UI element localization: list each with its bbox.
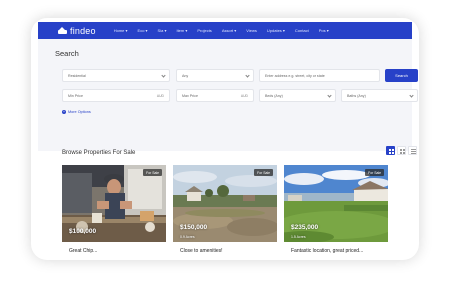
property-photo: For Sale $150,000 0.9 Acres <box>173 165 277 242</box>
main-menu: Home ▾ Eco ▾ Sia ▾ Item ▾ Projects Assor… <box>114 28 329 33</box>
beds-select[interactable]: Beds (Any) <box>259 89 336 102</box>
menu-item-contact[interactable]: Contact <box>295 28 309 33</box>
top-navbar: findeo Home ▾ Eco ▾ Sia ▾ Item ▾ Project… <box>38 22 412 39</box>
menu-item-eco[interactable]: Eco ▾ <box>138 28 148 33</box>
logo-text: findeo <box>70 25 96 36</box>
property-type-select[interactable]: Residential <box>62 69 170 82</box>
more-options-link[interactable]: + More Options <box>62 110 91 114</box>
status-select[interactable]: Any <box>176 69 254 82</box>
max-price-input[interactable]: Max Price AUD <box>176 89 254 102</box>
for-sale-badge: For Sale <box>254 169 273 176</box>
status-value: Any <box>182 73 189 78</box>
search-title: Search <box>55 49 79 58</box>
menu-item-assort[interactable]: Assort ▾ <box>222 28 236 33</box>
grid-small-view-button[interactable] <box>397 146 406 155</box>
for-sale-badge: For Sale <box>365 169 384 176</box>
card-title: Great Chip... <box>69 248 98 254</box>
menu-item-sia[interactable]: Sia ▾ <box>158 28 167 33</box>
card-price: $100,000 <box>69 228 97 235</box>
min-price-unit: AUD <box>156 93 164 98</box>
more-options-label: More Options <box>68 110 91 114</box>
site-logo[interactable]: findeo <box>58 26 96 36</box>
property-card[interactable]: For Sale $235,000 1.5 Acres Fantastic lo… <box>284 165 388 260</box>
menu-item-home[interactable]: Home ▾ <box>114 28 128 33</box>
property-card[interactable]: For Sale $150,000 0.9 Acres Close to ame… <box>173 165 277 260</box>
card-price: $150,000 <box>180 224 208 231</box>
card-title: Close to amenities! <box>180 248 223 254</box>
menu-item-pos[interactable]: Pos ▾ <box>319 28 329 33</box>
card-acres: 1.5 Acres <box>291 235 306 239</box>
card-acres: 0.9 Acres <box>180 235 195 239</box>
property-photo: For Sale $235,000 1.5 Acres <box>284 165 388 242</box>
chevron-down-icon <box>409 93 414 98</box>
grid-icon <box>389 149 394 154</box>
menu-item-views[interactable]: Views <box>246 28 257 33</box>
menu-item-updates[interactable]: Updates ▾ <box>267 28 285 33</box>
chevron-down-icon <box>327 93 332 98</box>
menu-item-item[interactable]: Item ▾ <box>176 28 187 33</box>
browser-frame: findeo Home ▾ Eco ▾ Sia ▾ Item ▾ Project… <box>31 18 419 260</box>
location-input[interactable]: Enter address e.g. street, city or state <box>259 69 380 82</box>
min-price-input[interactable]: Min Price AUD <box>62 89 170 102</box>
property-type-value: Residential <box>68 73 86 78</box>
card-price: $235,000 <box>291 224 319 231</box>
chevron-down-icon <box>245 73 250 78</box>
baths-value: Baths (Any) <box>347 93 366 98</box>
location-placeholder: Enter address e.g. street, city or state <box>265 73 325 78</box>
for-sale-badge: For Sale <box>143 169 162 176</box>
baths-select[interactable]: Baths (Any) <box>341 89 418 102</box>
plus-circle-icon: + <box>62 110 66 114</box>
max-price-unit: AUD <box>240 93 248 98</box>
min-price-placeholder: Min Price <box>68 93 83 98</box>
chevron-down-icon <box>161 73 166 78</box>
house-logo-icon <box>58 26 67 34</box>
list-icon <box>411 149 416 154</box>
card-title: Fantastic location, great priced... <box>291 248 364 254</box>
property-card[interactable]: For Sale $100,000 Great Chip... <box>62 165 166 260</box>
max-price-placeholder: Max Price <box>182 93 198 98</box>
beds-value: Beds (Any) <box>265 93 283 98</box>
grid-large-view-button[interactable] <box>386 146 395 155</box>
list-view-button[interactable] <box>408 146 417 155</box>
search-button[interactable]: Search <box>385 69 418 82</box>
property-photo: For Sale $100,000 <box>62 165 166 242</box>
menu-item-projects[interactable]: Projects <box>197 28 211 33</box>
browse-heading: Browse Properties For Sale <box>62 150 136 156</box>
grid-small-icon <box>400 149 405 154</box>
